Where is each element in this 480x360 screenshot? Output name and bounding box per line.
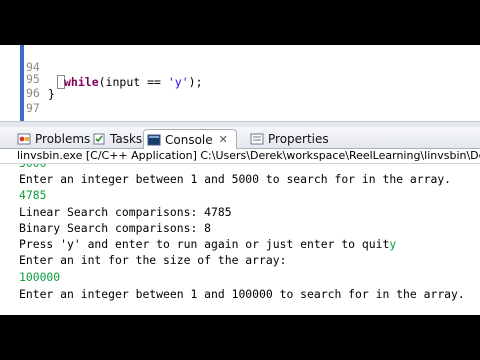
console-icon xyxy=(147,133,161,147)
problems-icon xyxy=(17,132,31,146)
tasks-icon xyxy=(92,132,106,146)
console-line: Enter an int for the size of the array: xyxy=(19,253,287,267)
code-editor[interactable]: 94 while(input == 'y'); 95 } 96 97 xyxy=(0,45,480,121)
console-line: Binary Search comparisons: 8 xyxy=(19,221,212,235)
ide-window: 94 while(input == 'y'); 95 } 96 97 Probl… xyxy=(0,45,480,315)
console-user-input: y xyxy=(389,237,397,251)
console-line: Press 'y' and enter to run again or just… xyxy=(19,236,480,252)
console-line-input: 4785 xyxy=(19,188,47,202)
close-icon[interactable]: ✕ xyxy=(219,133,228,146)
console-line-input: 5000 xyxy=(19,164,480,171)
console-line: Enter an integer between 1 and 100000 to… xyxy=(19,287,465,301)
tab-label: Console xyxy=(165,132,213,147)
console-prompt-text: Press 'y' and enter to run again or just… xyxy=(19,237,390,251)
tab-properties[interactable]: Properties xyxy=(247,129,329,149)
tab-problems[interactable]: Problems xyxy=(14,129,90,149)
properties-icon xyxy=(250,132,264,146)
tab-label: Properties xyxy=(268,132,329,146)
console-line-input: 100000 xyxy=(19,270,61,284)
code-line[interactable]: 95 } xyxy=(0,57,480,101)
tab-tasks[interactable]: Tasks xyxy=(89,129,142,149)
tab-label: Problems xyxy=(35,132,91,146)
code-line[interactable]: 96 xyxy=(0,71,480,100)
tab-label: Tasks xyxy=(110,132,143,146)
console-output[interactable]: 5000 Enter an integer between 1 and 5000… xyxy=(0,164,480,315)
console-process-title: linvsbin.exe [C/C++ Application] C:\User… xyxy=(0,149,480,164)
code-line[interactable]: 97 xyxy=(0,86,480,115)
tab-console[interactable]: Console ✕ xyxy=(143,129,237,149)
line-number: 97 xyxy=(26,101,40,115)
console-line: Enter an integer between 1 and 5000 to s… xyxy=(19,172,452,186)
view-tab-bar: Problems Tasks Console ✕ Properties xyxy=(0,127,480,149)
console-line: Linear Search comparisons: 4785 xyxy=(19,205,232,219)
